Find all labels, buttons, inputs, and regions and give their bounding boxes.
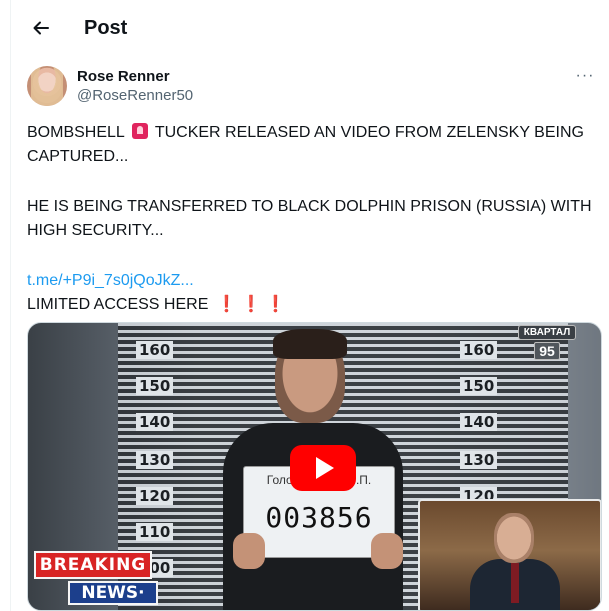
- channel-logo-text: КВАРТАЛ: [518, 325, 576, 340]
- height-mark: 140: [136, 413, 174, 431]
- height-mark: 150: [136, 377, 174, 395]
- post-text: BOMBSHELL TUCKER RELEASED AN VIDEO FROM …: [27, 121, 602, 317]
- breaking-label: BREAKING: [34, 551, 152, 579]
- height-mark: 120: [136, 487, 174, 505]
- post-header: Post: [11, 0, 609, 56]
- news-label: NEWS·: [68, 581, 158, 605]
- exclamation-emoji-icons: ❗ ❗ ❗: [216, 296, 286, 313]
- inset-man: [470, 513, 560, 610]
- play-button-icon[interactable]: [290, 445, 356, 491]
- back-button[interactable]: [23, 10, 59, 46]
- placard-number: 003856: [265, 501, 373, 534]
- hands: [233, 533, 403, 573]
- author-handle[interactable]: @RoseRenner50: [77, 87, 193, 105]
- channel-logo: КВАРТАЛ 95: [518, 325, 576, 365]
- more-options-button[interactable]: ···: [573, 66, 597, 86]
- arrow-left-icon: [33, 21, 49, 35]
- post-author: Rose Renner @RoseRenner50 ···: [27, 64, 597, 108]
- post-detail-panel: Post Rose Renner @RoseRenner50 ··· BOMBS…: [10, 0, 609, 611]
- height-mark: 140: [460, 413, 498, 431]
- breaking-news-banner: BREAKING NEWS·: [34, 551, 158, 605]
- police-light-emoji-icon: [131, 123, 148, 139]
- post-video-thumbnail[interactable]: 160 150 140 130 120 110 100 160 150 140 …: [27, 322, 602, 611]
- post-text-line: BOMBSHELL: [27, 124, 125, 141]
- height-mark: 110: [136, 523, 174, 541]
- height-mark: 130: [136, 451, 174, 469]
- post-text-paragraph: HE IS BEING TRANSFERRED TO BLACK DOLPHIN…: [27, 198, 592, 239]
- post-text-line: LIMITED ACCESS HERE: [27, 296, 209, 313]
- height-mark: 160: [136, 341, 174, 359]
- post-link[interactable]: t.me/+P9i_7s0jQoJkZ...: [27, 269, 194, 293]
- page-title: Post: [84, 17, 128, 39]
- avatar[interactable]: [27, 66, 67, 106]
- height-mark: 150: [460, 377, 498, 395]
- channel-logo-number: 95: [534, 342, 560, 360]
- height-mark: 160: [460, 341, 498, 359]
- author-display-name[interactable]: Rose Renner: [77, 68, 170, 86]
- inset-video-frame: [418, 499, 601, 610]
- more-horizontal-icon: ···: [575, 67, 595, 84]
- height-mark: 130: [460, 451, 498, 469]
